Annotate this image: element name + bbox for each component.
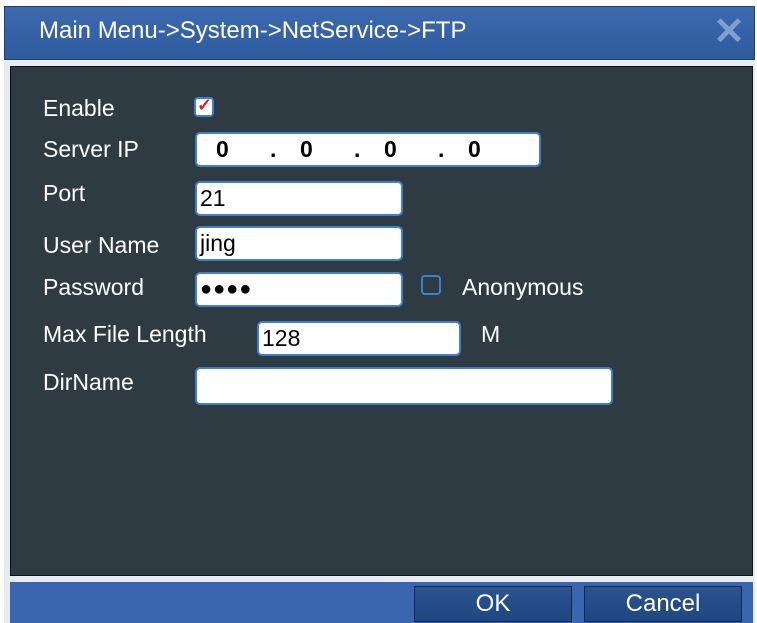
max-file-length-label: Max File Length xyxy=(43,321,207,347)
user-name-input[interactable]: jing xyxy=(195,226,403,261)
title-bar: Main Menu->System->NetService->FTP ✕ xyxy=(4,6,755,60)
enable-checkbox[interactable]: ✓ xyxy=(194,95,214,117)
anonymous-checkbox[interactable] xyxy=(421,275,441,295)
ip-octet-3[interactable]: 0 xyxy=(384,134,397,165)
ftp-settings-dialog: Main Menu->System->NetService->FTP ✕ Ena… xyxy=(4,6,755,623)
ip-octet-4[interactable]: 0 xyxy=(468,134,481,165)
password-label: Password xyxy=(43,274,144,300)
ip-dot-1: . xyxy=(270,136,277,162)
close-icon[interactable]: ✕ xyxy=(712,13,746,51)
max-file-length-unit: M xyxy=(481,321,501,347)
server-ip-field[interactable]: 0 . 0 . 0 . 0 xyxy=(195,132,541,167)
button-bar: OK Cancel xyxy=(10,582,753,623)
enable-label: Enable xyxy=(43,95,115,121)
window-title: Main Menu->System->NetService->FTP xyxy=(39,17,467,44)
port-input[interactable]: 21 xyxy=(195,181,403,216)
cancel-button[interactable]: Cancel xyxy=(584,586,742,622)
password-input[interactable]: ●●●● xyxy=(195,272,403,307)
dir-name-input[interactable] xyxy=(195,367,613,405)
max-file-length-input[interactable]: 128 xyxy=(257,321,461,356)
ip-octet-2[interactable]: 0 xyxy=(300,134,313,165)
port-label: Port xyxy=(43,180,86,206)
ip-dot-3: . xyxy=(438,136,445,162)
user-name-label: User Name xyxy=(43,232,160,258)
settings-panel: Enable ✓ Server IP 0 . 0 . 0 . 0 Port 21… xyxy=(10,66,753,576)
dir-name-label: DirName xyxy=(43,369,134,395)
server-ip-label: Server IP xyxy=(43,136,139,162)
ip-octet-1[interactable]: 0 xyxy=(216,134,229,165)
ip-dot-2: . xyxy=(354,136,361,162)
ok-button[interactable]: OK xyxy=(414,586,572,622)
check-mark-icon: ✓ xyxy=(197,95,213,115)
anonymous-label: Anonymous xyxy=(462,274,584,300)
